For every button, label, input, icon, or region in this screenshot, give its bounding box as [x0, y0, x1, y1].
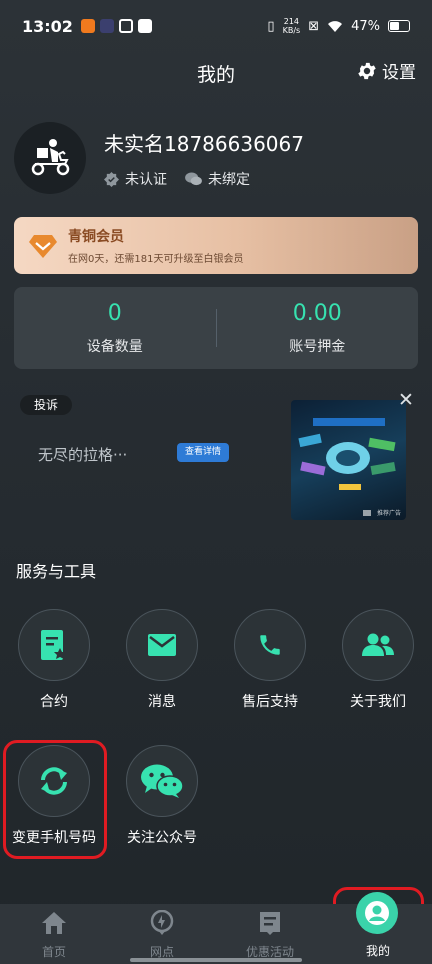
stat-label: 设备数量	[86, 338, 143, 355]
wechat-icon	[141, 764, 183, 798]
service-icon-circle	[342, 609, 414, 681]
battery-fill	[390, 22, 400, 30]
ad-banner[interactable]: 投诉 无尽的拉格··· 查看详情 推荐广告 ✕	[0, 388, 432, 528]
verified-badge-icon	[104, 171, 119, 187]
service-icon-circle	[126, 609, 198, 681]
location-icon	[150, 909, 174, 935]
net-speed: 214 KB/s	[283, 17, 301, 35]
wechat-status-label: 未绑定	[208, 172, 250, 188]
profile-icon	[365, 901, 389, 925]
header: 我的 设置	[0, 52, 432, 92]
home-icon	[42, 912, 66, 934]
service-label: 关于我们	[350, 694, 406, 710]
membership-title: 青铜会员	[68, 229, 124, 245]
highlight-change-phone	[3, 740, 107, 859]
service-label: 合约	[40, 694, 68, 710]
video-notification-icon	[99, 19, 114, 33]
services-title: 服务与工具	[16, 562, 97, 581]
service-about[interactable]: 关于我们	[324, 609, 432, 711]
document-icon	[260, 912, 280, 935]
net-speed-value: 214	[283, 17, 300, 26]
settings-label: 设置	[382, 63, 416, 83]
service-label: 关注公众号	[127, 830, 197, 846]
battery-percent: 47%	[351, 18, 380, 34]
status-bar: 13:02 ▯ 214 KB/s ⊠ 47%	[0, 0, 432, 52]
battery-icon	[388, 20, 410, 32]
profile-name: 未实名18786636067	[104, 132, 304, 156]
contract-icon	[41, 630, 66, 660]
tab-home[interactable]: 首页	[0, 904, 108, 964]
tab-label: 我的	[365, 944, 390, 958]
stat-devices[interactable]: 0 设备数量	[14, 301, 216, 356]
mail-notification-icon	[118, 19, 133, 33]
chat-notification-icon	[137, 19, 152, 33]
status-right: ▯ 214 KB/s ⊠ 47%	[267, 17, 410, 35]
avatar[interactable]	[14, 122, 86, 194]
net-speed-unit: KB/s	[282, 26, 301, 35]
tab-outlets[interactable]: 网点	[108, 904, 216, 964]
membership-subtitle: 在网0天，还需181天可升级至白银会员	[68, 254, 244, 265]
wechat-status[interactable]: 未绑定	[185, 169, 250, 189]
delivery-scooter-icon	[31, 139, 70, 176]
ad-text: 无尽的拉格···	[38, 446, 128, 464]
mail-icon	[148, 634, 176, 656]
profile-section[interactable]: 未实名18786636067 未认证 未绑定	[14, 122, 304, 194]
vibrate-icon: ▯	[267, 18, 275, 34]
ad-details-button[interactable]: 查看详情	[177, 443, 229, 462]
tab-profile-active-indicator[interactable]	[356, 892, 398, 934]
ad-corner-label: 推荐广告	[376, 510, 401, 517]
profile-info: 未实名18786636067 未认证 未绑定	[104, 128, 304, 194]
home-indicator[interactable]	[130, 958, 302, 962]
service-label: 消息	[148, 694, 176, 710]
settings-button[interactable]: 设置	[356, 58, 416, 83]
phone-icon	[260, 635, 280, 655]
ad-image[interactable]: 推荐广告	[291, 400, 406, 520]
tab-label: 首页	[41, 945, 66, 959]
notification-icons	[80, 19, 152, 33]
auth-status[interactable]: 未认证	[104, 169, 167, 189]
service-wechat-follow[interactable]: 关注公众号	[108, 745, 216, 847]
stat-deposit[interactable]: 0.00 账号押金	[217, 301, 419, 356]
auth-status-label: 未认证	[125, 172, 167, 188]
service-label: 售后支持	[242, 694, 298, 710]
service-support[interactable]: 售后支持	[216, 609, 324, 711]
membership-text: 青铜会员 在网0天，还需181天可升级至白银会员	[68, 226, 243, 265]
sim-off-icon: ⊠	[308, 18, 320, 34]
service-icon-circle	[126, 745, 198, 817]
tab-promotions[interactable]: 优惠活动	[216, 904, 324, 964]
status-time: 13:02	[22, 16, 73, 36]
game-art-image	[298, 418, 396, 516]
wechat-small-icon	[185, 172, 202, 186]
diamond-icon	[29, 234, 57, 258]
users-icon	[362, 633, 394, 656]
membership-card[interactable]: 青铜会员 在网0天，还需181天可升级至白银会员	[14, 217, 418, 274]
service-icon-circle	[18, 609, 90, 681]
service-contract[interactable]: 合约	[0, 609, 108, 711]
ad-close-button[interactable]: ✕	[398, 389, 414, 411]
ad-complain-button[interactable]: 投诉	[20, 395, 72, 415]
stat-value: 0	[107, 300, 122, 326]
wifi-icon	[328, 20, 343, 32]
profile-tags: 未认证 未绑定	[104, 169, 304, 189]
app-notification-icon	[80, 19, 95, 33]
service-icon-circle	[234, 609, 306, 681]
stat-label: 账号押金	[289, 338, 346, 355]
service-messages[interactable]: 消息	[108, 609, 216, 711]
stat-value: 0.00	[292, 300, 342, 326]
stats-panel: 0 设备数量 0.00 账号押金	[14, 287, 418, 369]
gear-icon	[358, 62, 376, 79]
